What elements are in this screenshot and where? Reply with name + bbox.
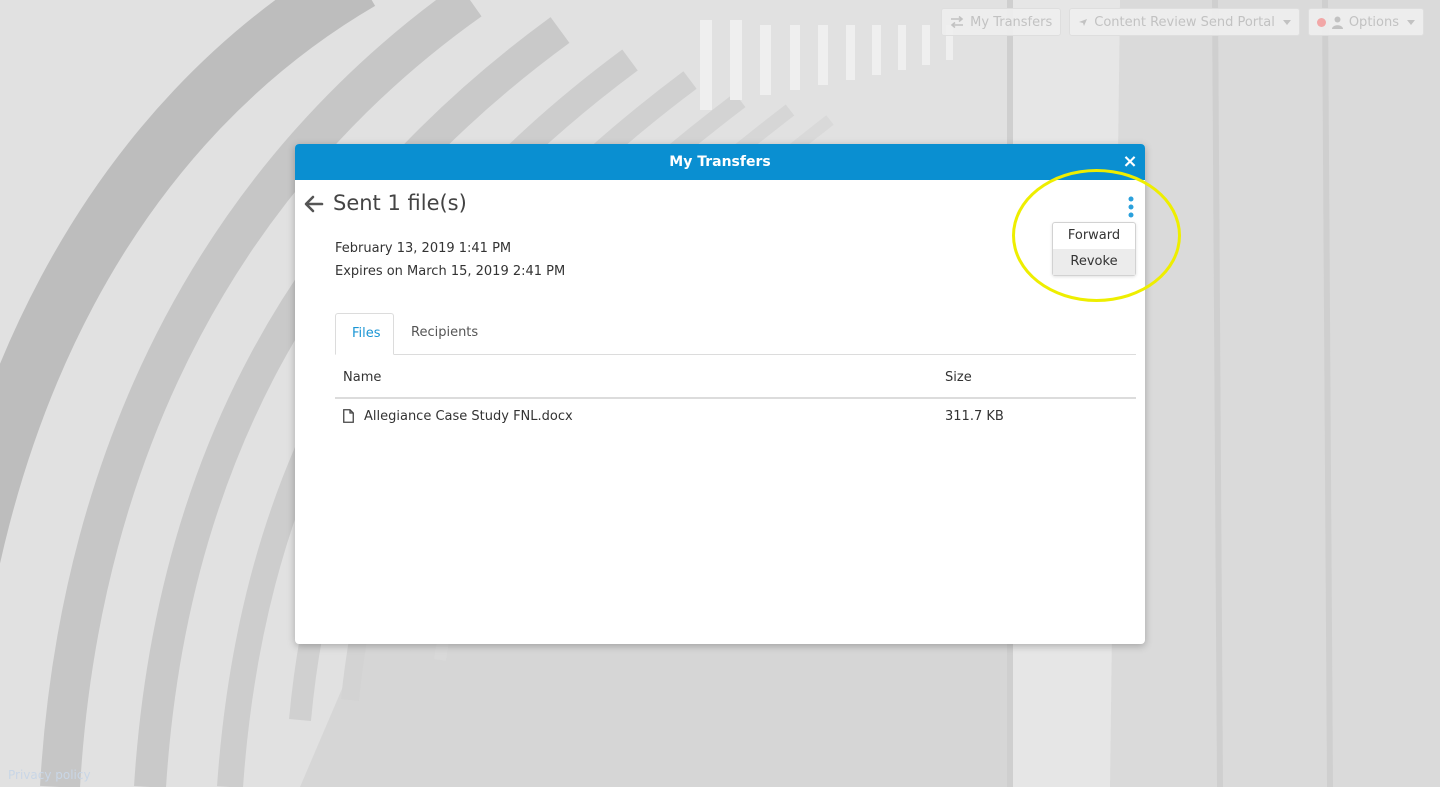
actions-menu: Forward Revoke — [1052, 222, 1136, 276]
transfer-details-modal: My Transfers × Sent 1 file(s) February 1… — [295, 144, 1145, 644]
modal-title: My Transfers — [669, 154, 771, 170]
top-toolbar: My Transfers Content Review Send Portal … — [941, 8, 1424, 36]
column-header-name: Name — [343, 370, 382, 385]
tab-files[interactable]: Files — [335, 313, 394, 355]
file-size: 311.7 KB — [945, 409, 1004, 424]
kebab-menu-icon[interactable] — [1127, 196, 1135, 218]
close-icon[interactable]: × — [1122, 153, 1137, 171]
tab-recipients[interactable]: Recipients — [395, 313, 494, 354]
my-transfers-label: My Transfers — [970, 14, 1053, 30]
table-header: Name Size — [335, 364, 1136, 399]
transfer-icon — [950, 16, 964, 28]
revoke-menu-item[interactable]: Revoke — [1053, 249, 1135, 275]
portal-label: Content Review Send Portal — [1094, 14, 1275, 30]
status-dot-icon — [1316, 17, 1326, 27]
forward-menu-item[interactable]: Forward — [1053, 223, 1135, 249]
file-name[interactable]: Allegiance Case Study FNL.docx — [364, 409, 573, 424]
send-icon — [1078, 17, 1088, 27]
tab-bar: Files Recipients — [335, 313, 1136, 355]
portal-dropdown[interactable]: Content Review Send Portal — [1069, 8, 1300, 36]
options-label: Options — [1348, 14, 1399, 30]
files-table: Name Size Allegiance Case Study FNL.docx… — [335, 364, 1136, 435]
sent-date: February 13, 2019 1:41 PM — [335, 241, 512, 256]
modal-header: My Transfers × — [295, 144, 1145, 180]
expiry-date: Expires on March 15, 2019 2:41 PM — [335, 264, 566, 279]
chevron-down-icon — [1282, 19, 1291, 25]
privacy-policy-link[interactable]: Privacy policy — [8, 768, 91, 782]
table-row[interactable]: Allegiance Case Study FNL.docx 311.7 KB — [335, 399, 1136, 435]
back-arrow-icon[interactable] — [304, 195, 324, 217]
my-transfers-button[interactable]: My Transfers — [941, 8, 1062, 36]
file-icon — [343, 409, 354, 427]
chevron-down-icon — [1407, 19, 1415, 25]
page-title: Sent 1 file(s) — [333, 191, 467, 215]
user-icon — [1331, 16, 1343, 29]
options-dropdown[interactable]: Options — [1307, 8, 1424, 36]
column-header-size: Size — [945, 370, 972, 385]
transfer-meta: February 13, 2019 1:41 PM Expires on Mar… — [335, 237, 565, 283]
